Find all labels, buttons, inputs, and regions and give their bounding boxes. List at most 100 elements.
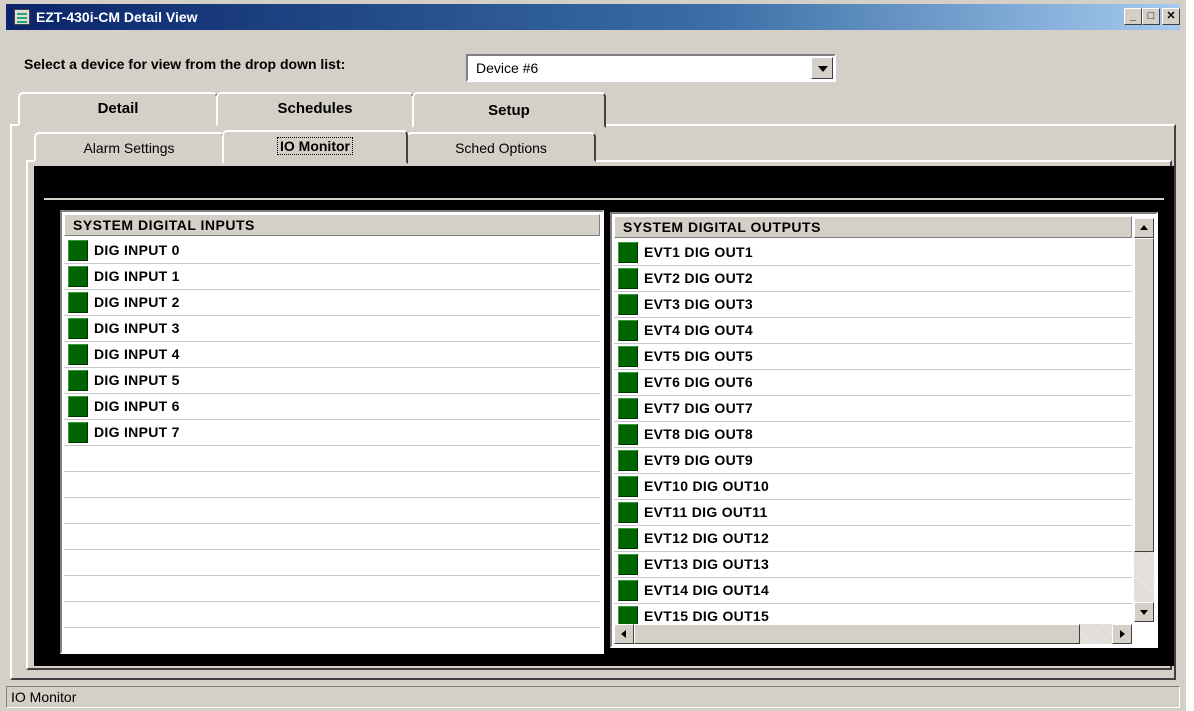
list-item-label: EVT13 DIG OUT13 (644, 556, 770, 572)
list-item[interactable] (64, 524, 600, 550)
status-led-icon (618, 528, 638, 549)
list-item[interactable]: DIG INPUT 0 (64, 238, 600, 264)
list-item[interactable]: EVT14 DIG OUT14 (614, 578, 1132, 604)
status-led-icon (618, 268, 638, 289)
list-item[interactable]: DIG INPUT 4 (64, 342, 600, 368)
list-item[interactable]: EVT10 DIG OUT10 (614, 474, 1132, 500)
minimize-button[interactable]: _ (1124, 8, 1142, 25)
list-item[interactable] (64, 550, 600, 576)
window-title: EZT-430i-CM Detail View (36, 9, 198, 25)
list-item[interactable] (64, 472, 600, 498)
list-item[interactable]: EVT5 DIG OUT5 (614, 344, 1132, 370)
list-item[interactable]: DIG INPUT 7 (64, 420, 600, 446)
status-led-icon (68, 422, 88, 443)
list-item[interactable] (64, 576, 600, 602)
scroll-down-button[interactable] (1134, 602, 1154, 622)
tab-schedules[interactable]: Schedules (216, 92, 414, 126)
list-item[interactable]: EVT1 DIG OUT1 (614, 240, 1132, 266)
status-led-icon (618, 580, 638, 601)
device-select-label: Select a device for view from the drop d… (24, 56, 346, 72)
list-item[interactable]: EVT6 DIG OUT6 (614, 370, 1132, 396)
status-led-icon (68, 318, 88, 339)
list-item[interactable]: EVT15 DIG OUT15 (614, 604, 1132, 624)
list-item-label: DIG INPUT 2 (94, 294, 180, 310)
list-item[interactable]: EVT12 DIG OUT12 (614, 526, 1132, 552)
status-bar: IO Monitor (6, 686, 1180, 708)
status-led-icon (68, 292, 88, 313)
digital-outputs-header[interactable]: SYSTEM DIGITAL OUTPUTS (614, 216, 1132, 238)
list-item[interactable]: EVT8 DIG OUT8 (614, 422, 1132, 448)
status-led-icon (68, 396, 88, 417)
status-led-icon (618, 554, 638, 575)
status-led-icon (68, 266, 88, 287)
status-led-icon (618, 476, 638, 497)
device-dropdown[interactable]: Device #6 (466, 54, 836, 82)
vertical-scrollbar[interactable] (1134, 218, 1154, 622)
list-item-label: EVT11 DIG OUT11 (644, 504, 768, 520)
list-item[interactable]: EVT4 DIG OUT4 (614, 318, 1132, 344)
title-bar[interactable]: EZT-430i-CM Detail View _ □ ✕ (6, 4, 1180, 30)
horizontal-scroll-thumb[interactable] (634, 624, 1080, 644)
tab-sched-options[interactable]: Sched Options (406, 132, 596, 162)
scroll-up-button[interactable] (1134, 218, 1154, 238)
list-item[interactable]: DIG INPUT 5 (64, 368, 600, 394)
list-item[interactable]: EVT7 DIG OUT7 (614, 396, 1132, 422)
list-item[interactable]: EVT9 DIG OUT9 (614, 448, 1132, 474)
digital-inputs-header[interactable]: SYSTEM DIGITAL INPUTS (64, 214, 600, 236)
app-icon[interactable] (14, 9, 30, 25)
status-led-icon (618, 450, 638, 471)
list-item[interactable]: EVT11 DIG OUT11 (614, 500, 1132, 526)
list-item[interactable]: EVT3 DIG OUT3 (614, 292, 1132, 318)
status-led-icon (68, 240, 88, 261)
digital-inputs-rows: DIG INPUT 0 DIG INPUT 1 DIG INPUT 2 DIG INP… (64, 238, 600, 652)
tab-io-monitor[interactable]: IO Monitor (222, 130, 408, 164)
list-item[interactable] (64, 498, 600, 524)
status-led-icon (618, 346, 638, 367)
divider (44, 198, 1164, 200)
digital-inputs-list[interactable]: SYSTEM DIGITAL INPUTS DIG INPUT 0 DIG INP… (60, 210, 604, 654)
list-item[interactable]: DIG INPUT 2 (64, 290, 600, 316)
scroll-left-button[interactable] (614, 624, 634, 644)
list-item-label: EVT4 DIG OUT4 (644, 322, 753, 338)
list-item-label: EVT5 DIG OUT5 (644, 348, 753, 364)
list-item-label: EVT1 DIG OUT1 (644, 244, 753, 260)
list-item-label: DIG INPUT 4 (94, 346, 180, 362)
list-item-label: EVT12 DIG OUT12 (644, 530, 770, 546)
tab-alarm-settings[interactable]: Alarm Settings (34, 132, 224, 162)
list-item[interactable]: DIG INPUT 1 (64, 264, 600, 290)
status-led-icon (618, 606, 638, 624)
list-item[interactable]: DIG INPUT 6 (64, 394, 600, 420)
horizontal-scrollbar[interactable] (614, 624, 1132, 644)
window-edge (1186, 0, 1194, 711)
list-item[interactable]: EVT13 DIG OUT13 (614, 552, 1132, 578)
tab-detail[interactable]: Detail (18, 92, 218, 126)
list-item-label: EVT7 DIG OUT7 (644, 400, 753, 416)
scroll-thumb[interactable] (1134, 238, 1154, 552)
list-item[interactable] (64, 628, 600, 652)
list-item-label: DIG INPUT 0 (94, 242, 180, 258)
maximize-button[interactable]: □ (1142, 8, 1160, 25)
dropdown-arrow-icon[interactable] (811, 57, 833, 79)
list-item-label: DIG INPUT 7 (94, 424, 180, 440)
list-item[interactable]: EVT2 DIG OUT2 (614, 266, 1132, 292)
list-item-label: EVT9 DIG OUT9 (644, 452, 753, 468)
status-led-icon (68, 370, 88, 391)
tab-setup[interactable]: Setup (412, 92, 606, 128)
list-item-label: DIG INPUT 1 (94, 268, 180, 284)
status-led-icon (618, 294, 638, 315)
list-item[interactable]: DIG INPUT 3 (64, 316, 600, 342)
list-item-label: EVT3 DIG OUT3 (644, 296, 753, 312)
tab-io-monitor-label: IO Monitor (277, 137, 353, 155)
list-item-label: EVT15 DIG OUT15 (644, 608, 770, 624)
status-led-icon (618, 372, 638, 393)
list-item[interactable] (64, 602, 600, 628)
scroll-right-button[interactable] (1112, 624, 1132, 644)
status-led-icon (618, 424, 638, 445)
close-button[interactable]: ✕ (1162, 8, 1180, 25)
list-item-label: EVT6 DIG OUT6 (644, 374, 753, 390)
list-item-label: EVT8 DIG OUT8 (644, 426, 753, 442)
list-item-label: EVT10 DIG OUT10 (644, 478, 770, 494)
list-item[interactable] (64, 446, 600, 472)
status-led-icon (618, 242, 638, 263)
digital-outputs-list[interactable]: SYSTEM DIGITAL OUTPUTS EVT1 DIG OUT1 EVT2… (610, 212, 1158, 648)
